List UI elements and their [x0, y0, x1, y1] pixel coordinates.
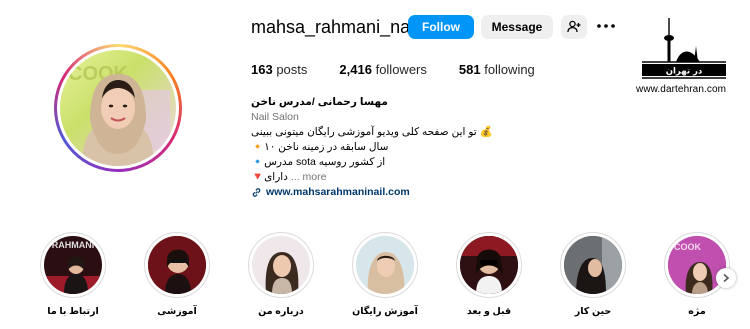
highlight-label: آموزش رایگان [352, 306, 418, 317]
milad-tower-logo: در تهران [642, 18, 726, 79]
link-icon [252, 188, 261, 197]
watermark-brand-text: در تهران [666, 67, 703, 77]
more-dots-icon [597, 24, 615, 28]
highlight-cover [252, 236, 310, 294]
avatar-inner-border: COOK [57, 47, 179, 169]
posts-count: 163 [251, 62, 273, 77]
bio-line-2: 🔸۱۰ سال سابقه در زمینه ناخن [251, 141, 389, 153]
more-options-button[interactable] [596, 18, 616, 34]
highlight-before-after[interactable] [456, 232, 522, 298]
highlight-cover [564, 236, 622, 294]
highlight-label: آموزشی [157, 306, 197, 317]
highlight-label: ارتباط با ما [47, 306, 99, 317]
bio-website-link[interactable]: www.mahsarahmaninail.com [251, 185, 471, 200]
avatar-photo: COOK [60, 50, 176, 166]
followers-stat[interactable]: 2,416 followers [339, 62, 426, 78]
highlight-cover [356, 236, 414, 294]
avatar-illustration: COOK [68, 63, 170, 166]
bio-line-4-row: 🔻دارای ... more [251, 170, 471, 185]
highlight-cover-text: RAHMANI [52, 240, 95, 250]
followers-count: 2,416 [339, 62, 372, 77]
bio-website-text: www.mahsarahmaninail.com [266, 186, 410, 198]
following-label: following [484, 62, 535, 77]
bio-line-3: 🔹مدرس sota از کشور روسیه [251, 156, 386, 168]
bio-line-1: تو این صفحه کلی ویدیو آموزشی رایگان میتو… [251, 126, 493, 138]
highlight-during-work[interactable] [560, 232, 626, 298]
follow-button[interactable]: Follow [408, 15, 474, 39]
profile-bio: مهسا رحمانی /مدرس ناخن Nail Salon تو این… [251, 95, 493, 200]
highlight-label: مژه [688, 306, 706, 317]
profile-stats: 163 posts 2,416 followers 581 following [251, 62, 535, 78]
watermark-url: www.dartehran.com [636, 84, 727, 95]
highlight-cover-art: COOK [668, 236, 726, 294]
highlight-label: درباره من [258, 306, 304, 317]
bio-line-4: 🔻دارای [251, 171, 288, 183]
highlight-cover-art [564, 236, 622, 294]
highlight-contact[interactable]: RAHMANI [40, 232, 106, 298]
add-user-icon [567, 20, 581, 33]
highlight-cover: RAHMANI [44, 236, 102, 294]
bio-display-name: مهسا رحمانی /مدرس ناخن [251, 96, 388, 108]
highlight-cover: COOK [668, 236, 726, 294]
highlight-cover-art [460, 236, 518, 294]
highlight-cover-text: COOK [674, 242, 702, 252]
followers-label: followers [375, 62, 427, 77]
highlight-cover-art [148, 236, 206, 294]
posts-label: posts [276, 62, 308, 77]
highlight-about-me[interactable] [248, 232, 314, 298]
highlight-cover-art [356, 236, 414, 294]
bio-more-link[interactable]: ... more [291, 171, 327, 183]
highlight-cover [148, 236, 206, 294]
highlight-label: قبل و بعد [466, 306, 512, 317]
highlight-label: حین کار [574, 306, 612, 317]
highlight-tutorials[interactable] [144, 232, 210, 298]
chevron-right-icon [723, 273, 730, 283]
username: mahsa_rahmani_nail [251, 17, 419, 37]
highlight-free-tutorials[interactable] [352, 232, 418, 298]
highlight-cover-art [252, 236, 310, 294]
profile-avatar[interactable]: COOK [54, 44, 182, 172]
message-button[interactable]: Message [481, 15, 553, 39]
highlight-cover-art: RAHMANI [44, 240, 102, 294]
highlight-cover [460, 236, 518, 294]
following-stat[interactable]: 581 following [459, 62, 535, 78]
highlight-eyelash[interactable]: COOK [664, 232, 730, 298]
highlights-next-button[interactable] [716, 268, 736, 288]
bio-category: Nail Salon [251, 111, 299, 123]
posts-stat: 163 posts [251, 62, 307, 78]
suggest-users-button[interactable] [561, 15, 587, 39]
following-count: 581 [458, 62, 481, 77]
